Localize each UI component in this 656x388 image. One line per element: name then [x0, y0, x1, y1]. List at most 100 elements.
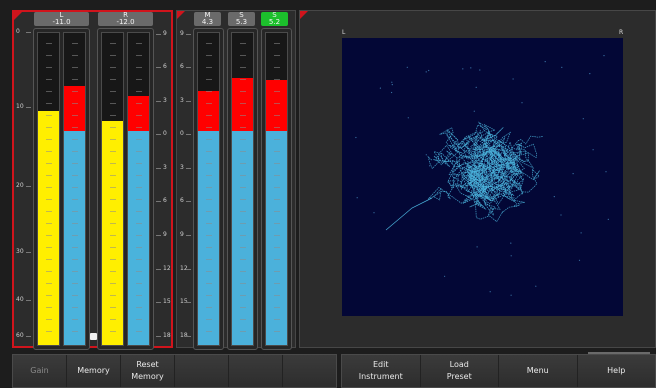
- channel-header-s-green[interactable]: S 5.2: [261, 12, 288, 26]
- scale-label: 9: [180, 30, 184, 37]
- scale-tick: [186, 235, 191, 236]
- channel-value-s2: 5.2: [268, 18, 281, 26]
- scale-tick: [156, 34, 161, 35]
- scale-tick: [26, 107, 31, 108]
- meter-gridline: [46, 115, 52, 116]
- meter-gridline: [110, 211, 116, 212]
- scale-label: 3: [163, 97, 167, 104]
- meter-gridline: [240, 67, 246, 68]
- meter-gridline: [110, 115, 116, 116]
- meter-gridline: [46, 91, 52, 92]
- meter-gridline: [274, 295, 280, 296]
- meter-gridline: [46, 211, 52, 212]
- meter-gridline: [72, 115, 78, 116]
- meter-gridline: [274, 151, 280, 152]
- scale-tick: [156, 67, 161, 68]
- scale-tick: [26, 336, 31, 337]
- meter-gridline: [240, 331, 246, 332]
- channel-header-l: L -11.0: [34, 12, 89, 26]
- meter-gridline: [240, 55, 246, 56]
- meter-gridline: [136, 127, 142, 128]
- meter-gridline: [46, 199, 52, 200]
- memory-button[interactable]: Memory: [67, 355, 121, 387]
- meter-gridline: [206, 223, 212, 224]
- meter-gridline: [240, 175, 246, 176]
- meter-gridline: [110, 127, 116, 128]
- meter-gridline: [110, 223, 116, 224]
- empty-button-6[interactable]: [283, 355, 336, 387]
- meter-gridline: [136, 91, 142, 92]
- empty-button-5[interactable]: [229, 355, 283, 387]
- meter-gridline: [46, 223, 52, 224]
- meter-gridline: [206, 283, 212, 284]
- meter-r-peak-column: [101, 32, 124, 346]
- scope-dot: [476, 246, 478, 248]
- meter-gridline: [274, 91, 280, 92]
- meter-gridline: [206, 235, 212, 236]
- scope-dot: [521, 102, 523, 104]
- meter-gridline: [110, 295, 116, 296]
- scale-label: 6: [180, 63, 184, 70]
- meter-gridline: [206, 127, 212, 128]
- meter-gridline: [46, 259, 52, 260]
- reset-memory-button[interactable]: Reset Memory: [121, 355, 175, 387]
- meter-gridline: [206, 151, 212, 152]
- scope-dot: [582, 118, 584, 120]
- meter-gridline: [72, 331, 78, 332]
- meter-gridline: [110, 103, 116, 104]
- meter-gridline: [136, 235, 142, 236]
- meter-r: [97, 28, 154, 350]
- menu-button[interactable]: Menu: [499, 355, 578, 387]
- meter-gridline: [72, 259, 78, 260]
- toolbar-left: Gain Memory Reset Memory: [12, 354, 337, 388]
- meter-gridline: [240, 199, 246, 200]
- meter-gridline: [136, 103, 142, 104]
- meter-gridline: [136, 319, 142, 320]
- scale-label: 20: [16, 182, 24, 189]
- channel-value-s: 5.3: [235, 18, 248, 26]
- meter-gridline: [274, 319, 280, 320]
- meter-gridline: [72, 151, 78, 152]
- load-preset-button[interactable]: Load Preset: [420, 355, 499, 387]
- meter-gridline: [46, 163, 52, 164]
- meter-gridline: [46, 235, 52, 236]
- scope-right-label: R: [619, 29, 624, 36]
- reset-peak-icon[interactable]: [90, 333, 97, 340]
- edit-instrument-button[interactable]: Edit Instrument: [342, 355, 421, 387]
- scale-label: 0: [16, 28, 20, 35]
- trace-tail: [385, 197, 433, 231]
- meter-gridline: [110, 187, 116, 188]
- scope-dot: [489, 291, 491, 293]
- scale-label: 6: [163, 197, 167, 204]
- empty-button-4[interactable]: [175, 355, 229, 387]
- scope-dot: [578, 259, 581, 261]
- meter-gridline: [72, 163, 78, 164]
- gain-button[interactable]: Gain: [13, 355, 67, 387]
- channel-header-r: R -12.0: [98, 12, 153, 26]
- meter-s: [227, 28, 258, 350]
- meter-gridline: [206, 307, 212, 308]
- scale-label: 12: [163, 265, 171, 272]
- scope-dot: [572, 173, 574, 175]
- scale-label: 9: [163, 231, 167, 238]
- meter-m: [193, 28, 224, 350]
- help-button[interactable]: Help: [577, 355, 655, 387]
- meter-gridline: [72, 79, 78, 80]
- meter-gridline: [72, 235, 78, 236]
- scope-dot: [535, 285, 537, 287]
- meter-gridline: [274, 331, 280, 332]
- meter-gridline: [136, 175, 142, 176]
- scale-tick: [186, 34, 191, 35]
- meter-gridline: [136, 163, 142, 164]
- scale-label: 30: [16, 248, 24, 255]
- meter-gridline: [206, 139, 212, 140]
- scale-tick: [156, 302, 161, 303]
- meter-gridline: [206, 43, 212, 44]
- scope-left-label: L: [342, 29, 346, 36]
- channel-header-m: M 4.3: [194, 12, 221, 26]
- meter-gridline: [110, 163, 116, 164]
- scale-label: 40: [16, 296, 24, 303]
- meter-gridline: [72, 211, 78, 212]
- scope-dot: [428, 69, 430, 72]
- meter-gridline: [206, 67, 212, 68]
